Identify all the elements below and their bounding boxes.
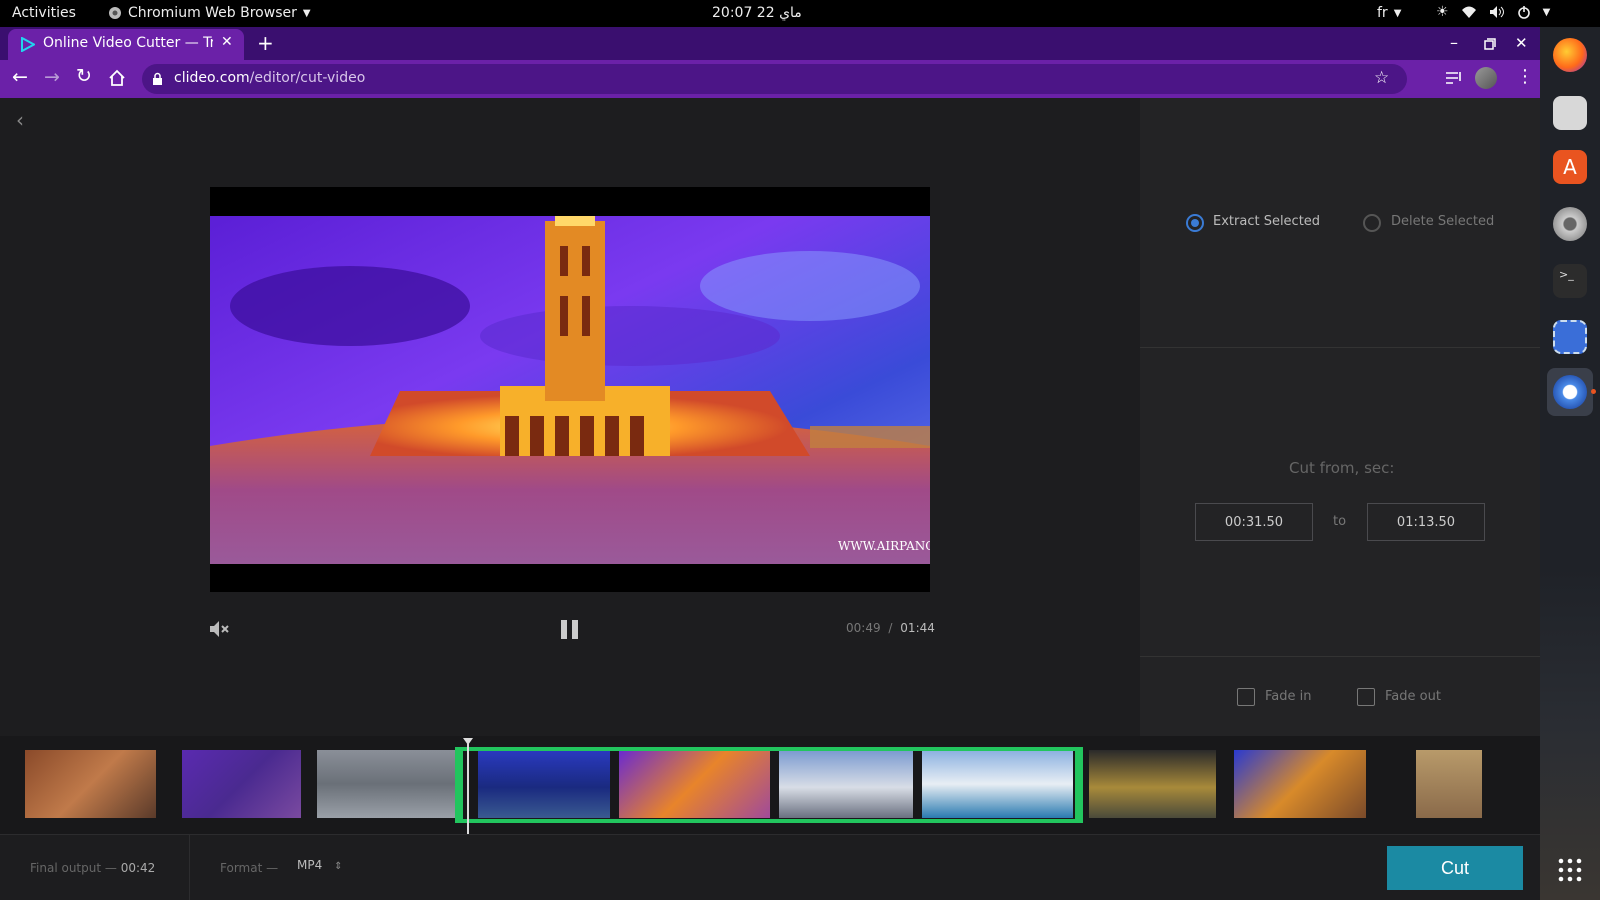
- playhead-marker-icon: [463, 738, 473, 745]
- footer-divider: [189, 834, 190, 900]
- time-separator: /: [888, 621, 893, 635]
- clock[interactable]: 20:07 22 ماي: [712, 5, 802, 21]
- reload-icon[interactable]: ↻: [76, 65, 92, 87]
- fade-out-label: Fade out: [1385, 689, 1441, 704]
- url-path: /editor/cut-video: [249, 70, 366, 86]
- video-frame: WWW.AIRPANO: [210, 216, 930, 564]
- timeline-thumbnail: [182, 750, 301, 818]
- delete-selected-radio[interactable]: Delete Selected: [1363, 212, 1513, 234]
- fade-in-label: Fade in: [1265, 689, 1312, 704]
- chromium-icon[interactable]: [1553, 375, 1587, 409]
- running-indicator: [1591, 389, 1596, 394]
- timeline-thumbnail: [1234, 750, 1366, 818]
- timeline-thumbnail: [1089, 750, 1216, 818]
- input-source-menu[interactable]: fr ▼: [1377, 5, 1401, 21]
- panel-divider: [1140, 347, 1540, 348]
- playback-time: 00:49 / 01:44: [846, 621, 935, 635]
- sort-arrows-icon: ⇕: [334, 861, 343, 872]
- playhead[interactable]: [463, 738, 473, 834]
- chevron-down-icon: ▼: [1542, 6, 1551, 18]
- format-label: Format —: [220, 861, 279, 875]
- input-lang: fr: [1377, 5, 1388, 21]
- media-queue-icon[interactable]: [1445, 70, 1463, 86]
- url-text: clideo.com/editor/cut-video: [174, 70, 365, 86]
- screenshot-icon[interactable]: [1553, 320, 1587, 354]
- video-watermark: WWW.AIRPANO: [838, 539, 930, 553]
- extract-selected-radio[interactable]: Extract Selected: [1186, 212, 1336, 234]
- wifi-icon: [1461, 6, 1476, 18]
- chromium-small-icon: [109, 7, 121, 19]
- url-domain: clideo.com: [174, 70, 250, 86]
- restore-icon[interactable]: [1484, 38, 1496, 50]
- system-status-menu[interactable]: ☀ ▼: [1436, 4, 1550, 20]
- mute-icon[interactable]: [208, 618, 230, 640]
- format-value: MP4: [297, 858, 323, 872]
- home-icon[interactable]: [108, 69, 126, 87]
- cut-from-label: Cut from, sec:: [1289, 459, 1395, 477]
- close-window-icon[interactable]: ✕: [1515, 34, 1528, 52]
- back-chevron-icon[interactable]: ‹: [16, 108, 24, 132]
- clideo-play-icon: [21, 37, 35, 52]
- pause-icon-bar: [572, 620, 578, 639]
- timeline-thumbnail: [1416, 750, 1482, 818]
- tab-title: Online Video Cutter — Tri: [43, 35, 213, 51]
- cut-start-input[interactable]: 00:31.50: [1195, 503, 1313, 541]
- current-time: 00:49: [846, 621, 881, 635]
- total-time: 01:44: [900, 621, 935, 635]
- selection-range[interactable]: [455, 747, 1083, 823]
- final-output-label: Final output —: [30, 861, 117, 875]
- cut-end-input[interactable]: 01:13.50: [1367, 503, 1485, 541]
- app-menu[interactable]: Chromium Web Browser ▼: [108, 5, 311, 21]
- volume-icon: [1489, 6, 1504, 18]
- delete-selected-label: Delete Selected: [1391, 214, 1495, 229]
- selection-end-handle[interactable]: [1075, 747, 1083, 823]
- back-icon[interactable]: ←: [12, 66, 28, 88]
- terminal-icon[interactable]: >_: [1553, 264, 1587, 298]
- tab-close-icon[interactable]: ✕: [221, 34, 233, 50]
- pause-button[interactable]: [561, 620, 580, 639]
- activities-button[interactable]: Activities: [12, 5, 76, 21]
- bookmark-star-icon[interactable]: ☆: [1374, 68, 1389, 88]
- final-output: Final output — 00:42: [30, 861, 155, 875]
- profile-avatar[interactable]: [1475, 67, 1497, 89]
- radio-unchecked-icon: [1363, 214, 1381, 232]
- pause-icon: [561, 620, 567, 639]
- fade-in-checkbox[interactable]: Fade in: [1237, 687, 1327, 709]
- panel-divider: [1140, 656, 1540, 657]
- cut-button[interactable]: Cut: [1387, 846, 1523, 890]
- timeline-thumbnail: [25, 750, 156, 818]
- radio-checked-icon: [1186, 214, 1204, 232]
- system-top-bar: Activities Chromium Web Browser ▼ 20:07 …: [0, 0, 1600, 27]
- lock-icon: [153, 72, 162, 85]
- fade-out-checkbox[interactable]: Fade out: [1357, 687, 1457, 709]
- firefox-icon[interactable]: [1553, 38, 1587, 72]
- checkbox-icon: [1237, 688, 1255, 706]
- checkbox-icon: [1357, 688, 1375, 706]
- settings-icon[interactable]: [1553, 207, 1587, 241]
- app-grid-icon[interactable]: [1558, 858, 1582, 882]
- brightness-icon: ☀: [1436, 4, 1449, 20]
- format-select[interactable]: MP4 ⇕: [297, 858, 357, 878]
- selection-start-handle[interactable]: [455, 747, 463, 823]
- files-icon[interactable]: [1553, 96, 1587, 130]
- address-bar[interactable]: clideo.com/editor/cut-video ☆: [142, 64, 1407, 94]
- browser-menu-icon[interactable]: ⋮: [1516, 66, 1534, 87]
- extract-selected-label: Extract Selected: [1213, 214, 1321, 229]
- chevron-down-icon: ▼: [302, 7, 311, 19]
- chevron-down-icon: ▼: [1393, 7, 1402, 19]
- new-tab-button[interactable]: +: [257, 31, 274, 55]
- app-menu-label: Chromium Web Browser: [128, 5, 297, 21]
- to-label: to: [1333, 514, 1347, 529]
- final-output-value: 00:42: [120, 861, 156, 875]
- forward-icon[interactable]: →: [44, 66, 60, 88]
- browser-tab[interactable]: Online Video Cutter — Tri ✕: [8, 29, 244, 60]
- minimize-icon[interactable]: –: [1450, 33, 1458, 52]
- settings-panel: [1140, 98, 1540, 736]
- software-center-icon[interactable]: A: [1553, 150, 1587, 184]
- timeline-thumbnail: [317, 750, 455, 818]
- video-player[interactable]: WWW.AIRPANO: [210, 187, 930, 592]
- power-icon: [1517, 6, 1530, 19]
